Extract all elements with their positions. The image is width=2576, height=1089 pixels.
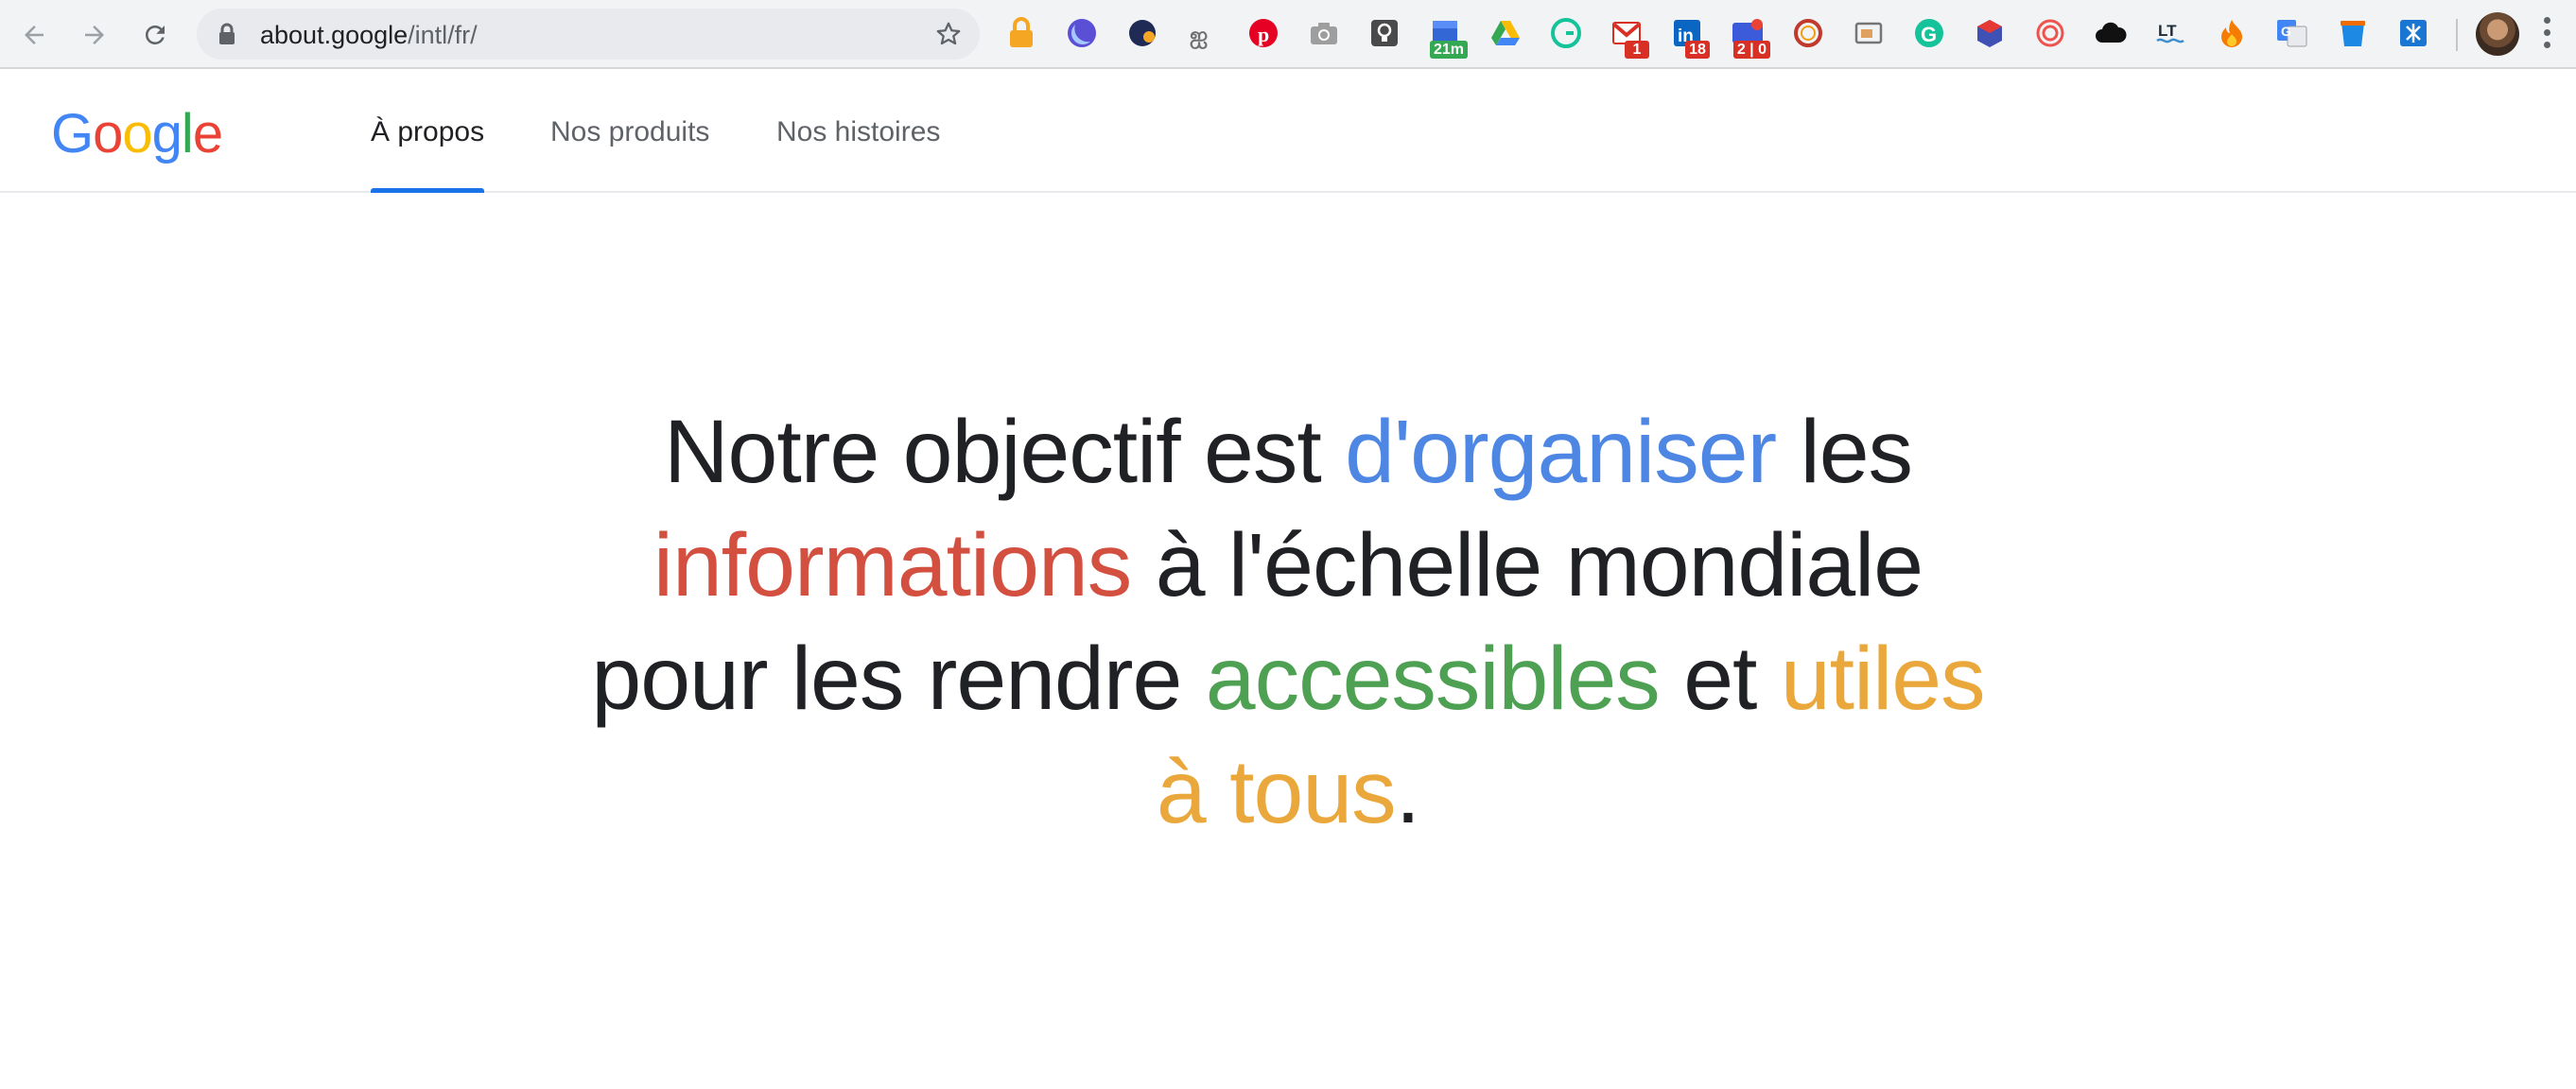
tab-nos-produits[interactable]: Nos produits: [550, 71, 709, 193]
grammarly-green-icon[interactable]: [1545, 11, 1587, 59]
chat-badge: 2 | 0: [1732, 41, 1770, 59]
fire-extension-icon[interactable]: ஐ: [1182, 11, 1224, 59]
svg-text:G: G: [1921, 23, 1937, 46]
window-extension-icon[interactable]: [1848, 11, 1889, 59]
browser-toolbar: about.google/intl/fr/ ஐ p 21m 1 in 18 2 |…: [0, 0, 2576, 69]
hero-word-accessibles: accessibles: [1205, 629, 1661, 729]
pinterest-icon[interactable]: p: [1243, 11, 1284, 59]
site-header: Google À propos Nos produits Nos histoir…: [0, 71, 2576, 193]
hero-text: pour les rendre: [591, 629, 1206, 729]
google-translate-icon[interactable]: G: [2271, 11, 2313, 59]
bulb-icon[interactable]: [1364, 11, 1405, 59]
svg-text:LT: LT: [2158, 22, 2177, 40]
address-bar[interactable]: about.google/intl/fr/: [197, 9, 980, 60]
ring-extension-icon[interactable]: [1787, 11, 1829, 59]
circle-navy-extension-icon[interactable]: [1122, 11, 1163, 59]
hero-word-informations: informations: [653, 515, 1132, 615]
back-arrow-icon: [25, 26, 44, 44]
linkedin-badge: 18: [1685, 41, 1710, 59]
translate-extension-icon[interactable]: [2393, 11, 2434, 59]
chat-extension-icon[interactable]: 2 | 0: [1727, 11, 1770, 59]
calendar-badge: 21m: [1429, 41, 1468, 59]
hero-text: .: [1395, 742, 1420, 842]
hero-text: Notre objectif est: [663, 402, 1346, 502]
tab-a-propos[interactable]: À propos: [371, 71, 485, 193]
google-logo[interactable]: Google: [51, 103, 223, 165]
flame-extension-icon[interactable]: [2211, 11, 2253, 59]
cube-extension-icon[interactable]: [1969, 11, 2010, 59]
hero-text: les: [1776, 402, 1913, 502]
url-host: about.google: [260, 21, 409, 49]
svg-text:ஐ: ஐ: [1190, 22, 1208, 49]
hero-word-utiles: utiles: [1780, 629, 1986, 729]
hero-text: à l'échelle mondiale: [1131, 515, 1923, 615]
reload-button[interactable]: [134, 14, 176, 56]
gmail-icon[interactable]: 1: [1606, 11, 1649, 59]
google-drive-icon[interactable]: [1485, 11, 1526, 59]
browser-menu-icon[interactable]: [2542, 17, 2551, 53]
lock-extension-icon[interactable]: [1001, 11, 1042, 59]
bookmark-star-icon[interactable]: [934, 20, 963, 48]
gmail-badge: 1: [1625, 41, 1649, 59]
swirl-extension-icon[interactable]: [2029, 11, 2071, 59]
url-path: /intl/fr/: [408, 21, 478, 49]
cloud-icon[interactable]: [2090, 11, 2132, 59]
svg-text:G: G: [2281, 24, 2291, 39]
grammarly-icon[interactable]: G: [1908, 11, 1950, 59]
mission-statement: Notre objectif est d'organiser les infor…: [473, 395, 2103, 849]
lock-icon: [219, 23, 235, 44]
toolbar-divider: [2456, 19, 2458, 51]
hero-word-organiser: d'organiser: [1345, 402, 1777, 502]
bucket-extension-icon[interactable]: [2332, 11, 2374, 59]
camera-icon[interactable]: [1303, 11, 1345, 59]
tab-nos-histoires[interactable]: Nos histoires: [776, 71, 940, 193]
forward-arrow-icon: [85, 26, 104, 44]
calendar-extension-icon[interactable]: 21m: [1424, 11, 1468, 59]
reload-icon: [146, 26, 165, 44]
hero-word-a-tous: à tous: [1156, 742, 1397, 842]
circle-blue-extension-icon[interactable]: [1061, 11, 1103, 59]
back-button[interactable]: [13, 14, 55, 56]
url-text: about.google/intl/fr/: [260, 21, 478, 49]
linkedin-icon[interactable]: in 18: [1666, 11, 1710, 59]
forward-button[interactable]: [74, 14, 115, 56]
profile-avatar[interactable]: [2476, 12, 2519, 56]
hero-text: et: [1659, 629, 1781, 729]
svg-text:p: p: [1258, 23, 1269, 46]
languagetool-icon[interactable]: LT: [2150, 11, 2192, 59]
